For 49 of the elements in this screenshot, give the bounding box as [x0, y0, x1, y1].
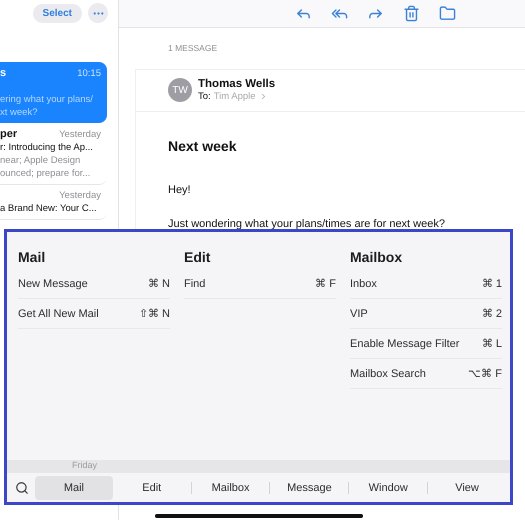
avatar: TW	[168, 78, 192, 102]
menu-item[interactable]: New Message	[18, 278, 88, 290]
menu-item[interactable]: Inbox	[350, 278, 377, 290]
message-time: Yesterday	[59, 129, 101, 140]
more-button[interactable]	[88, 3, 108, 23]
menu-item[interactable]: VIP	[350, 308, 368, 320]
shortcut: ⇧⌘ N	[139, 307, 170, 320]
message-list-item[interactable]: per Yesterday r: Introducing the Ap... near; Apple Design ounced; prepare for...	[0, 123, 107, 185]
menu-title: Edit	[184, 249, 212, 265]
message-subject: a Brand New: Your C...	[0, 203, 98, 214]
menu-item[interactable]: Get All New Mail	[18, 308, 99, 320]
menu-bar-tab[interactable]: Window	[349, 476, 428, 500]
menu-bar-tab[interactable]: Edit	[112, 476, 191, 500]
menu-item[interactable]: Enable Message Filter	[350, 338, 460, 350]
sender-name: per	[0, 128, 18, 140]
body-text: Hey!	[168, 184, 192, 196]
shortcut: ⌘ L	[482, 337, 502, 350]
menu-bar-tab[interactable]: View	[428, 476, 506, 500]
menu-bar-tab[interactable]: Message	[270, 476, 348, 500]
message-time: Friday	[72, 460, 98, 472]
trash-icon[interactable]	[403, 5, 420, 22]
sender-name: Thomas Wells	[198, 78, 276, 90]
message-list-item[interactable]: s 10:15 ering what your plans/ xt week?	[0, 62, 107, 123]
menu-title: Mail	[18, 249, 46, 265]
message-preview: xt week?	[0, 107, 38, 118]
folder-icon[interactable]	[439, 5, 456, 22]
message-subject: r: Introducing the Ap...	[0, 142, 94, 153]
message-count: 1 MESSAGE	[167, 42, 218, 53]
to-label: To:	[198, 91, 211, 102]
body-text: Just wondering what your plans/times are for next week?	[168, 218, 446, 230]
menu-title: Mailbox	[350, 249, 404, 265]
message-preview: ounced; prepare for...	[0, 168, 92, 179]
shortcut: ⌥⌘ F	[468, 367, 502, 380]
message-time: Yesterday	[59, 190, 101, 201]
shortcut: ⌘ F	[315, 277, 336, 290]
menu-bar-tab[interactable]: Mailbox	[192, 476, 270, 500]
shortcut: ⌘ 2	[482, 307, 502, 320]
message-preview: ering what your plans/	[0, 94, 94, 105]
sender-name: s	[0, 67, 6, 79]
menu-item[interactable]: Find	[184, 278, 206, 290]
menu-bar-tab[interactable]: Mail	[35, 476, 113, 500]
menu-item[interactable]: Mailbox Search	[350, 368, 426, 380]
shortcut: ⌘ N	[148, 277, 170, 290]
search-icon[interactable]	[15, 480, 29, 494]
shortcut: ⌘ 1	[482, 277, 502, 290]
message-list-item[interactable]: Yesterday a Brand New: Your C...	[0, 185, 107, 220]
message-preview: near; Apple Design	[0, 155, 82, 166]
message-subject: Next week	[167, 137, 238, 154]
message-time: 10:15	[77, 68, 101, 79]
